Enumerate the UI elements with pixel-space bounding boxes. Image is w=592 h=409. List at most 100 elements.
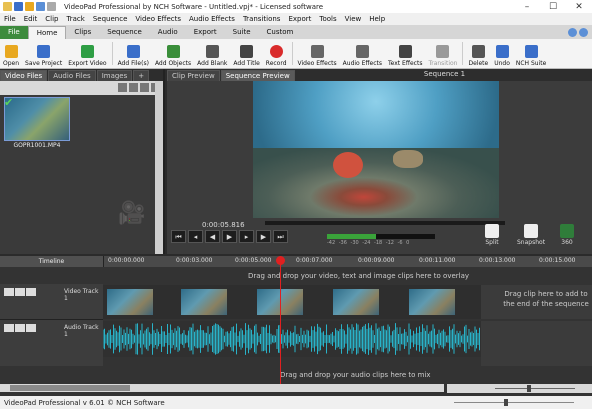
- menu-video-effects[interactable]: Video Effects: [131, 15, 185, 23]
- ruler-tick: 0:00:00.000: [108, 257, 145, 264]
- transition-button[interactable]: Transition: [425, 39, 460, 69]
- nch-suite-button[interactable]: NCH Suite: [513, 39, 549, 69]
- menu-view[interactable]: View: [341, 15, 366, 23]
- menu-help[interactable]: Help: [365, 15, 389, 23]
- tab-home[interactable]: Home: [27, 26, 67, 39]
- video-clip[interactable]: [181, 289, 227, 315]
- play-icon[interactable]: ▶: [222, 230, 237, 243]
- bin-toolbar: [0, 81, 163, 95]
- split-button[interactable]: Split: [485, 224, 499, 246]
- status-slider-knob[interactable]: [504, 399, 508, 406]
- mute-icon[interactable]: [4, 324, 14, 332]
- video-clip[interactable]: [333, 289, 379, 315]
- previous-frame-icon[interactable]: ◂: [188, 230, 203, 243]
- up-folder-icon[interactable]: [118, 83, 127, 92]
- audio-effects-button[interactable]: Audio Effects: [340, 39, 385, 69]
- track-visibility-icon[interactable]: [4, 288, 14, 296]
- camera-icon: 🎥: [118, 201, 146, 226]
- track-settings-icon[interactable]: [15, 288, 25, 296]
- go-to-start-icon[interactable]: ⏮: [171, 230, 186, 243]
- folder-icon[interactable]: [129, 83, 138, 92]
- status-slider[interactable]: [454, 399, 574, 406]
- zoom-knob[interactable]: [527, 385, 531, 392]
- minimize-button[interactable]: –: [514, 2, 540, 12]
- add-title-button[interactable]: Add Title: [230, 39, 262, 69]
- video-end-dropzone[interactable]: Drag clip here to add to the end of the …: [481, 285, 592, 319]
- tab-video-files[interactable]: Video Files: [0, 70, 48, 81]
- menu-tools[interactable]: Tools: [315, 15, 340, 23]
- tab-export[interactable]: Export: [186, 26, 225, 39]
- nch-logo-icon[interactable]: [568, 28, 577, 37]
- tab-clips[interactable]: Clips: [66, 26, 99, 39]
- next-frame-icon[interactable]: ▶: [256, 230, 271, 243]
- record-button[interactable]: Record: [263, 39, 290, 69]
- go-to-end-icon[interactable]: ⏭: [273, 230, 288, 243]
- list-view-icon[interactable]: [140, 83, 149, 92]
- scrollbar-thumb[interactable]: [10, 385, 130, 391]
- zoom-controls: [447, 384, 592, 393]
- zoom-slider[interactable]: [495, 388, 575, 389]
- close-button[interactable]: ✕: [566, 2, 592, 12]
- track-settings-icon[interactable]: [15, 324, 25, 332]
- text-effects-button[interactable]: Text Effects: [385, 39, 425, 69]
- tab-audio-files[interactable]: Audio Files: [48, 70, 96, 81]
- add-files-button[interactable]: Add File(s): [115, 39, 152, 69]
- open-icon[interactable]: [25, 2, 34, 11]
- rewind-icon[interactable]: ◀: [205, 230, 220, 243]
- maximize-button[interactable]: ☐: [540, 2, 566, 12]
- tab-images[interactable]: Images: [96, 70, 133, 81]
- timeline-scrollbar[interactable]: [0, 384, 444, 392]
- audio-end-area: [481, 321, 592, 366]
- save-icon[interactable]: [14, 2, 23, 11]
- video-clip[interactable]: [409, 289, 455, 315]
- save-project-button[interactable]: Save Project: [22, 39, 65, 69]
- video-effects-button[interactable]: Video Effects: [295, 39, 340, 69]
- bin-scrollbar[interactable]: [155, 81, 163, 254]
- tab-custom[interactable]: Custom: [259, 26, 302, 39]
- menu-export[interactable]: Export: [284, 15, 315, 23]
- tab-sequence[interactable]: Sequence: [99, 26, 150, 39]
- add-blank-button[interactable]: Add Blank: [194, 39, 230, 69]
- tab-audio[interactable]: Audio: [150, 26, 186, 39]
- snapshot-button[interactable]: Snapshot: [517, 224, 545, 246]
- 360-button[interactable]: 360: [560, 224, 574, 246]
- ruler-tick: 0:00:07.000: [296, 257, 333, 264]
- menu-audio-effects[interactable]: Audio Effects: [185, 15, 239, 23]
- quick-access-toolbar: [0, 2, 56, 11]
- menu-clip[interactable]: Clip: [41, 15, 62, 23]
- meter-scale: -42 -36 -30 -24 -18 -12 -6 0: [327, 240, 410, 246]
- track-lock-icon[interactable]: [26, 288, 36, 296]
- undo-button[interactable]: Undo: [491, 39, 513, 69]
- export-video-button[interactable]: Export Video: [65, 39, 109, 69]
- audio-clip[interactable]: [103, 321, 481, 357]
- menu-file[interactable]: File: [0, 15, 20, 23]
- menu-edit[interactable]: Edit: [20, 15, 42, 23]
- time-ruler[interactable]: 0:00:00.000 0:00:03.000 0:00:05.000 0:00…: [103, 256, 592, 267]
- menu-transitions[interactable]: Transitions: [239, 15, 285, 23]
- add-objects-button[interactable]: Add Objects: [152, 39, 194, 69]
- track-lock-icon[interactable]: [26, 324, 36, 332]
- menu-sequence[interactable]: Sequence: [89, 15, 132, 23]
- add-bin-button[interactable]: +: [133, 70, 150, 81]
- seek-bar[interactable]: [265, 221, 505, 225]
- video-track-label: Video Track 1: [64, 288, 99, 302]
- undo-icon[interactable]: [36, 2, 45, 11]
- open-button[interactable]: Open: [0, 39, 22, 69]
- tab-suite[interactable]: Suite: [225, 26, 259, 39]
- audio-track-label: Audio Track 1: [64, 324, 99, 338]
- status-text: VideoPad Professional v 6.01 © NCH Softw…: [4, 398, 165, 407]
- playhead[interactable]: [280, 256, 281, 386]
- menu-track[interactable]: Track: [63, 15, 89, 23]
- video-frame: [253, 81, 499, 218]
- tab-file[interactable]: File: [0, 26, 28, 39]
- new-icon[interactable]: [3, 2, 12, 11]
- video-track[interactable]: [103, 285, 481, 319]
- delete-button[interactable]: Delete: [465, 39, 491, 69]
- audio-effects-icon: [355, 45, 369, 58]
- fast-forward-icon[interactable]: ▸: [239, 230, 254, 243]
- playhead-handle[interactable]: [276, 256, 285, 265]
- redo-icon[interactable]: [47, 2, 56, 11]
- text-effects-icon: [398, 45, 412, 58]
- help-icon[interactable]: [579, 28, 588, 37]
- video-clip[interactable]: [107, 289, 153, 315]
